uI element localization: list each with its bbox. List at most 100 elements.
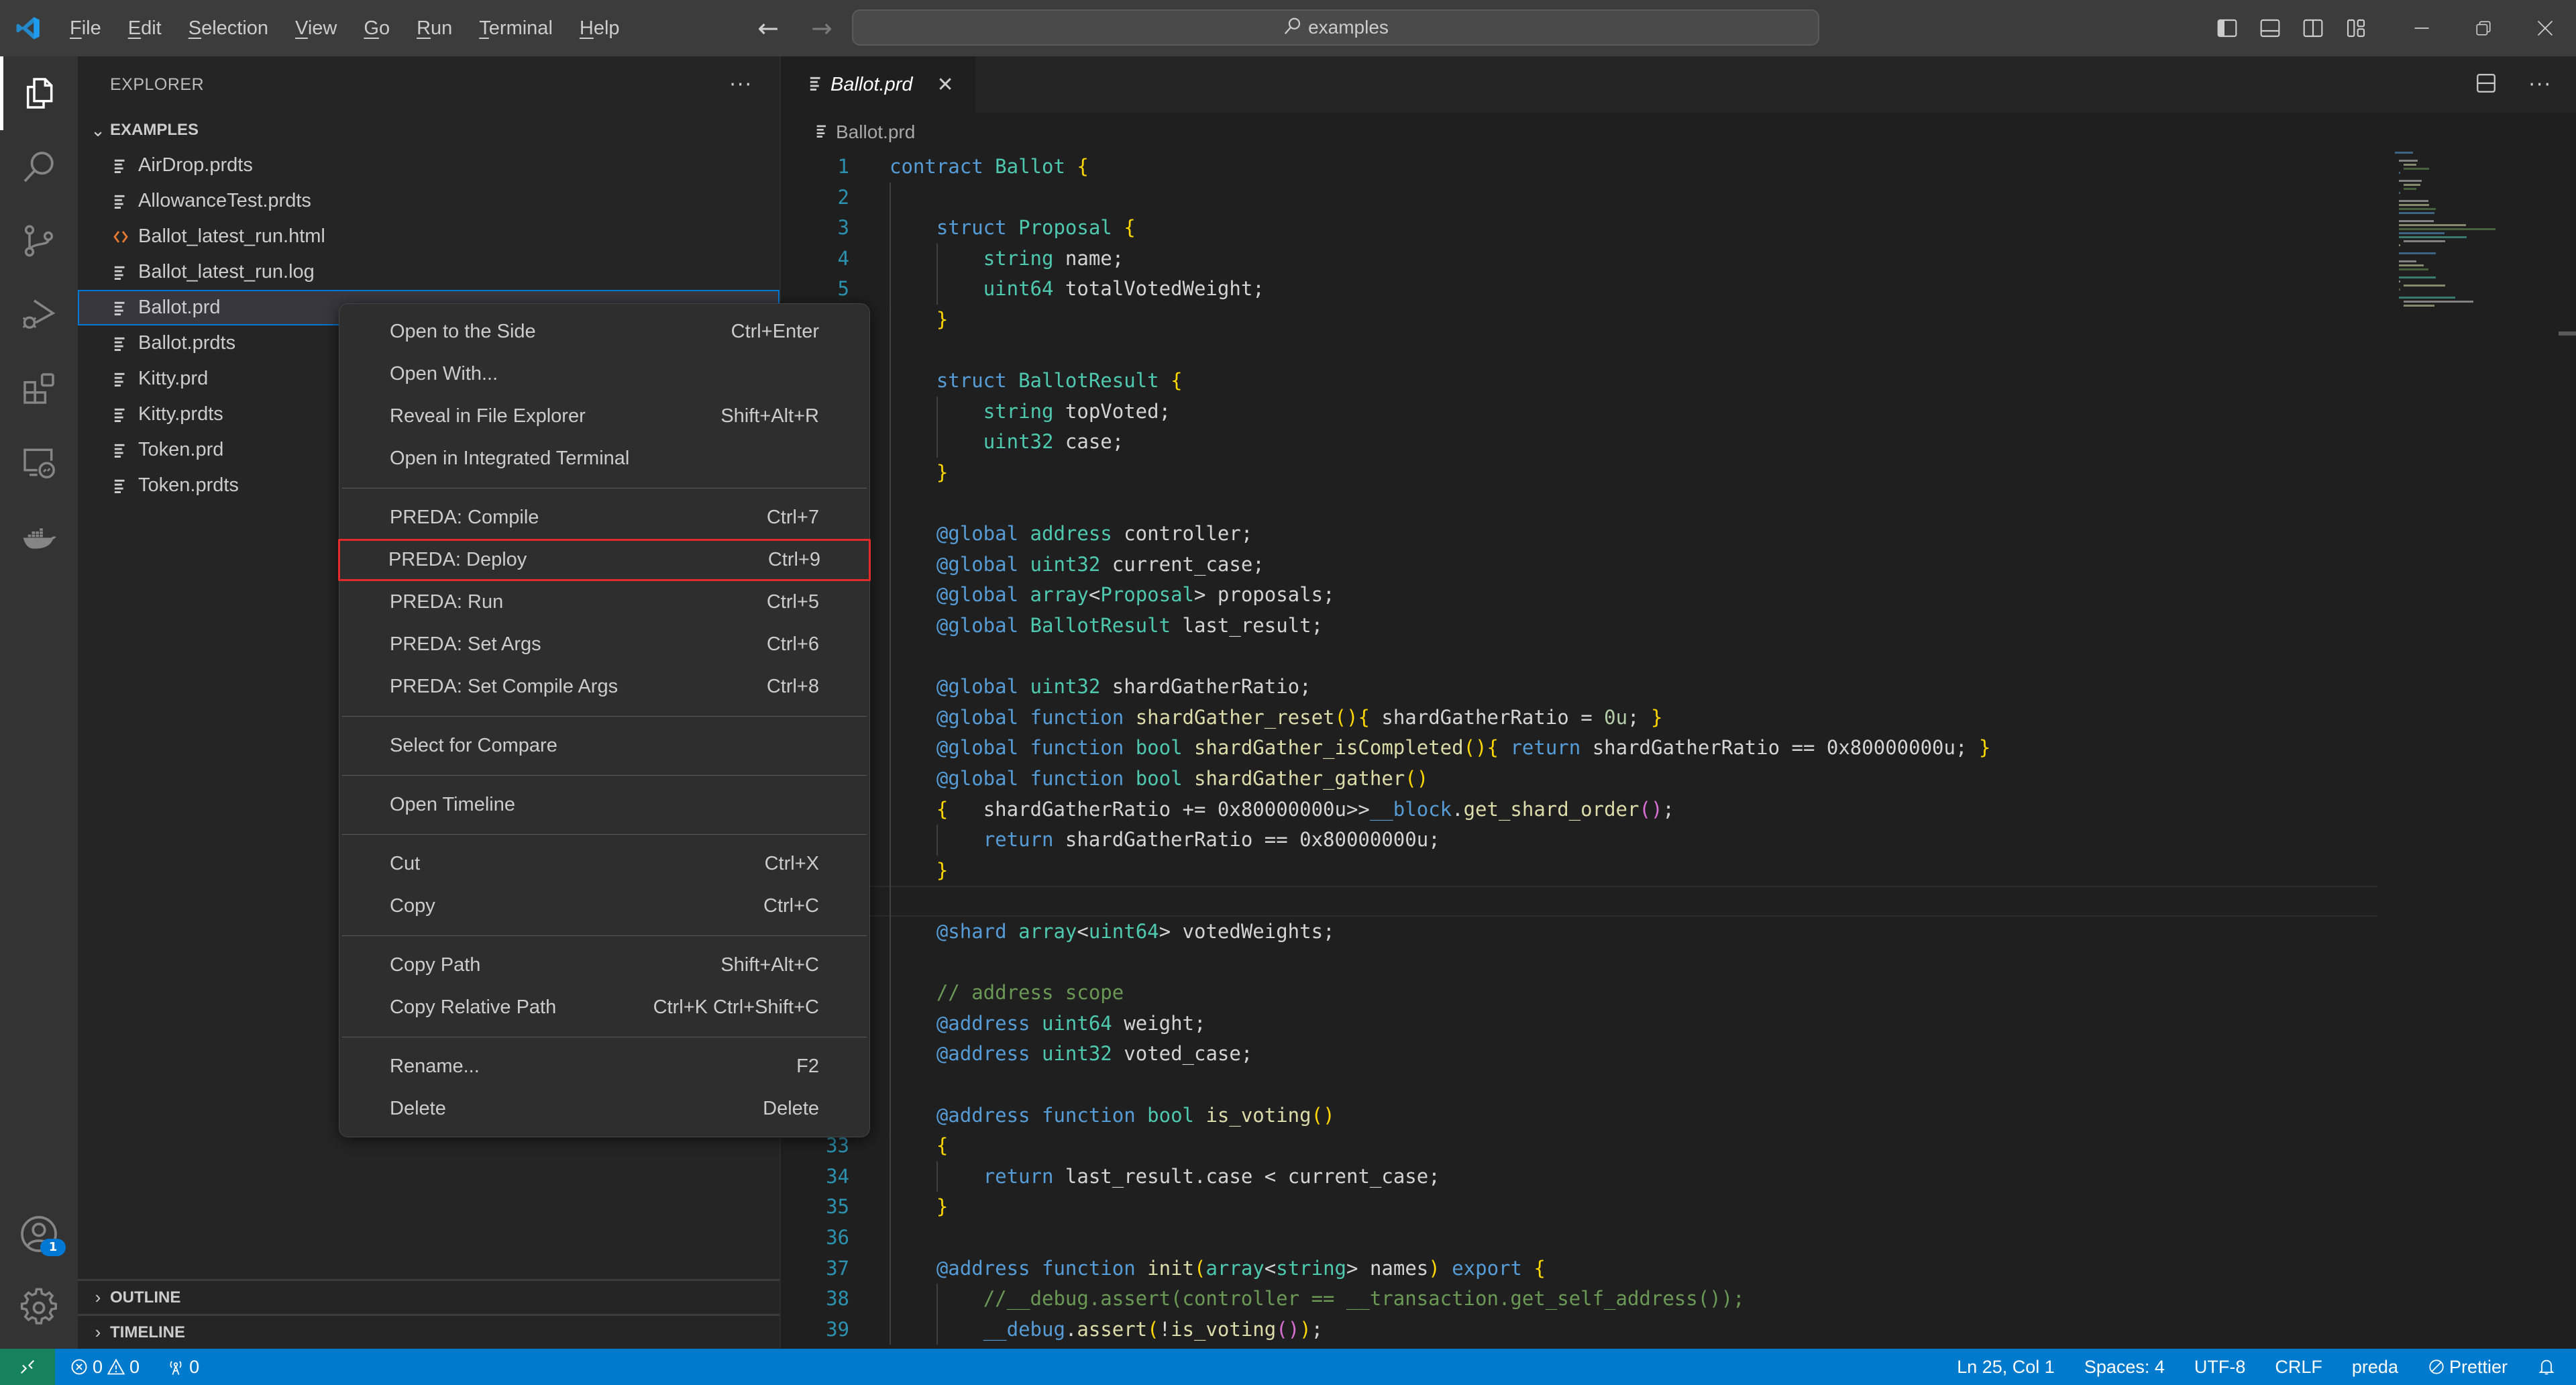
minimap-line	[2399, 297, 2455, 299]
forward-arrow-icon[interactable]: →	[805, 13, 839, 43]
context-menu-item-open-timeline[interactable]: Open Timeline	[339, 784, 869, 826]
encoding[interactable]: UTF-8	[2194, 1357, 2246, 1378]
customize-layout-button[interactable]	[2334, 0, 2377, 56]
toggle-primary-sidebar-button[interactable]	[2206, 0, 2249, 56]
search-icon	[1283, 16, 1303, 39]
code-editor[interactable]: 1 contract Ballot {2 3 struct Proposal {4 …	[781, 152, 2377, 1349]
editor-tabs: Ballot.prd ✕ ···	[781, 56, 2576, 113]
restore-button[interactable]	[2453, 0, 2514, 56]
line-number: 34	[826, 1164, 849, 1188]
code-text: //__debug.assert(controller == __transac…	[983, 1287, 1745, 1311]
activity-search[interactable]	[0, 130, 78, 204]
bell-icon	[2538, 1360, 2555, 1375]
file-item[interactable]: AllowanceTest.prdts	[78, 183, 780, 219]
tab-ballot-prd[interactable]: Ballot.prd ✕	[781, 56, 975, 113]
indentation[interactable]: Spaces: 4	[2084, 1357, 2165, 1378]
notifications-button[interactable]	[2537, 1357, 2556, 1376]
folder-examples-header[interactable]: ⌄ EXAMPLES	[78, 113, 780, 148]
split-editor-icon[interactable]	[2475, 72, 2498, 97]
code-text: uint64 totalVotedWeight;	[983, 277, 1265, 301]
file-item[interactable]: Ballot_latest_run.log	[78, 254, 780, 290]
menu-file[interactable]: File	[56, 0, 115, 56]
activity-source-control[interactable]	[0, 204, 78, 278]
run-debug-icon	[22, 299, 56, 329]
breadcrumb-file[interactable]: Ballot.prd	[836, 121, 915, 143]
context-menu-item-preda-deploy[interactable]: PREDA: Deploy Ctrl+9	[338, 539, 871, 581]
activity-remote-explorer[interactable]	[0, 425, 78, 499]
menu-edit[interactable]: Edit	[115, 0, 175, 56]
prohibited-icon	[2429, 1360, 2444, 1374]
context-menu-item-preda-run[interactable]: PREDA: Run Ctrl+5	[339, 581, 869, 623]
code-line: 2	[781, 183, 2377, 213]
warning-count: 0	[129, 1356, 140, 1377]
menu-selection[interactable]: Selection	[175, 0, 282, 56]
minimize-icon	[2414, 28, 2429, 29]
file-item[interactable]: Ballot_latest_run.html	[78, 219, 780, 254]
html-file-icon	[109, 229, 133, 245]
menu-separator	[342, 488, 867, 489]
context-menu-item-preda-compile[interactable]: PREDA: Compile Ctrl+7	[339, 497, 869, 539]
minimize-button[interactable]	[2391, 0, 2453, 56]
language-mode[interactable]: preda	[2352, 1357, 2398, 1378]
command-center-search[interactable]: examples	[852, 9, 1819, 46]
code-text: @global function bool shardGather_gather…	[936, 767, 1429, 790]
file-item[interactable]: AirDrop.prdts	[78, 148, 780, 183]
file-name: Ballot.prdts	[138, 332, 236, 354]
error-icon	[71, 1359, 87, 1375]
more-actions-icon[interactable]: ···	[729, 73, 753, 97]
context-menu-item-open-with[interactable]: Open With...	[339, 353, 869, 395]
back-arrow-icon[interactable]: ←	[751, 13, 785, 43]
minimap-line	[2399, 228, 2496, 230]
minimap-line	[2399, 260, 2416, 262]
menu-mnemonic: G	[364, 17, 379, 39]
context-menu-item-delete[interactable]: Delete Delete	[339, 1088, 869, 1130]
menu-view[interactable]: View	[282, 0, 350, 56]
minimap-line	[2399, 204, 2430, 206]
close-tab-icon[interactable]: ✕	[937, 73, 954, 97]
cursor-position[interactable]: Ln 25, Col 1	[1957, 1357, 2055, 1378]
menu-separator	[342, 716, 867, 717]
ports-status[interactable]: 0	[166, 1357, 199, 1378]
menu-go[interactable]: Go	[350, 0, 403, 56]
more-actions-icon[interactable]: ···	[2528, 73, 2552, 97]
prettier-status[interactable]: Prettier	[2428, 1357, 2508, 1378]
code-text: uint32 case;	[983, 430, 1124, 454]
activity-accounts[interactable]: 1	[0, 1197, 78, 1271]
close-icon	[2537, 20, 2553, 36]
activity-explorer[interactable]	[0, 56, 78, 130]
context-menu-item-cut[interactable]: Cut Ctrl+X	[339, 843, 869, 885]
context-menu-item-copy-path[interactable]: Copy Path Shift+Alt+C	[339, 944, 869, 986]
activity-extensions[interactable]	[0, 352, 78, 425]
menu-help[interactable]: Help	[566, 0, 633, 56]
context-menu-item-preda-set-compile-args[interactable]: PREDA: Set Compile Args Ctrl+8	[339, 666, 869, 708]
activity-docker[interactable]	[0, 499, 78, 573]
menu-item-label: Open With...	[390, 363, 498, 384]
toggle-panel-button[interactable]	[2249, 0, 2292, 56]
context-menu-item-open-to-the-side[interactable]: Open to the Side Ctrl+Enter	[339, 311, 869, 353]
close-window-button[interactable]	[2514, 0, 2576, 56]
context-menu-item-copy-relative-path[interactable]: Copy Relative Path Ctrl+K Ctrl+Shift+C	[339, 986, 869, 1029]
remote-indicator[interactable]	[0, 1349, 55, 1385]
code-line: return shardGatherRatio == 0x80000000u;	[781, 825, 2377, 856]
context-menu-item-reveal-in-file-explorer[interactable]: Reveal in File Explorer Shift+Alt+R	[339, 395, 869, 438]
remote-explorer-icon	[23, 448, 55, 478]
menu-item-shortcut: Shift+Alt+C	[720, 954, 819, 976]
context-menu-item-select-for-compare[interactable]: Select for Compare	[339, 725, 869, 767]
context-menu-item-copy[interactable]: Copy Ctrl+C	[339, 885, 869, 927]
code-line: @global function bool shardGather_isComp…	[781, 733, 2377, 764]
timeline-section-header[interactable]: › TIMELINE	[78, 1314, 780, 1349]
activity-run-debug[interactable]	[0, 278, 78, 352]
end-of-line[interactable]: CRLF	[2275, 1357, 2322, 1378]
menu-terminal[interactable]: Terminal	[466, 0, 566, 56]
problems-status[interactable]: 0 0	[70, 1357, 140, 1378]
menu-run[interactable]: Run	[403, 0, 466, 56]
outline-section-header[interactable]: › OUTLINE	[78, 1279, 780, 1314]
toggle-secondary-sidebar-button[interactable]	[2292, 0, 2334, 56]
code-text: struct BallotResult {	[936, 369, 1183, 393]
context-menu-item-open-in-integrated-terminal[interactable]: Open in Integrated Terminal	[339, 438, 869, 480]
context-menu-item-preda-set-args[interactable]: PREDA: Set Args Ctrl+6	[339, 623, 869, 666]
error-count: 0	[93, 1356, 103, 1377]
minimap[interactable]	[2395, 152, 2549, 554]
activity-manage[interactable]	[0, 1271, 78, 1345]
context-menu-item-rename[interactable]: Rename... F2	[339, 1045, 869, 1088]
